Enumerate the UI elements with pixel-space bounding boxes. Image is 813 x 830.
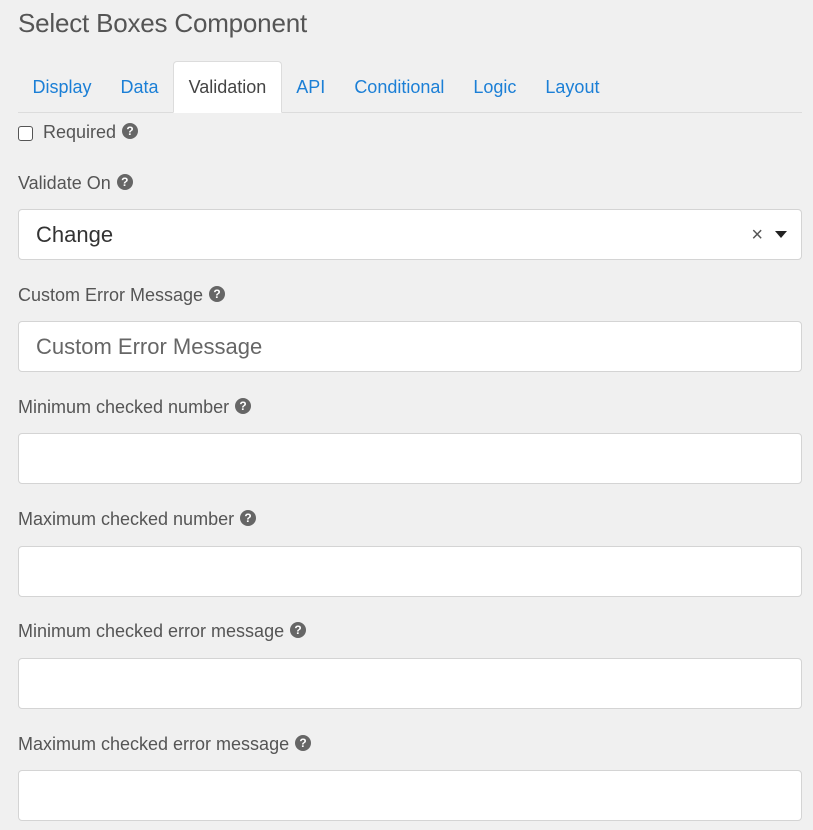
- required-label[interactable]: Required: [43, 122, 116, 143]
- tab-data[interactable]: Data: [106, 61, 173, 112]
- select-controls: ×: [751, 210, 787, 259]
- question-circle-icon[interactable]: ?: [240, 510, 257, 527]
- min-checked-error-label: Minimum checked error message?: [18, 621, 307, 642]
- tab-logic[interactable]: Logic: [459, 61, 531, 112]
- validate-on-select[interactable]: Change ×: [18, 209, 802, 260]
- max-checked-error-input[interactable]: [18, 770, 802, 821]
- tab-validation[interactable]: Validation: [173, 61, 282, 113]
- question-circle-icon[interactable]: ?: [209, 286, 226, 303]
- custom-error-placeholder: Custom Error Message: [36, 333, 263, 359]
- required-checkbox[interactable]: [18, 126, 33, 141]
- question-circle-icon[interactable]: ?: [235, 398, 252, 415]
- custom-error-label-text: Custom Error Message: [18, 285, 204, 305]
- required-row: Required ?: [18, 122, 139, 143]
- tab-bar: Display Data Validation API Conditional …: [18, 61, 802, 113]
- min-checked-error-label-text: Minimum checked error message: [18, 621, 285, 641]
- question-circle-icon[interactable]: ?: [295, 735, 312, 752]
- max-checked-error-label-text: Maximum checked error message: [18, 734, 290, 754]
- tab-api[interactable]: API: [282, 61, 340, 112]
- max-checked-error-label: Maximum checked error message?: [18, 734, 312, 755]
- page-title: Select Boxes Component: [18, 8, 307, 38]
- tab-display[interactable]: Display: [18, 61, 106, 112]
- tab-conditional[interactable]: Conditional: [340, 61, 459, 112]
- validate-on-label: Validate On?: [18, 173, 133, 194]
- tab-layout[interactable]: Layout: [531, 61, 614, 112]
- min-checked-label: Minimum checked number?: [18, 397, 252, 418]
- min-checked-input[interactable]: [18, 433, 802, 484]
- validate-on-value: Change: [36, 221, 114, 247]
- question-circle-icon[interactable]: ?: [290, 622, 307, 639]
- max-checked-label: Maximum checked number?: [18, 509, 257, 530]
- caret-down-icon[interactable]: [775, 231, 787, 238]
- custom-error-label: Custom Error Message?: [18, 285, 226, 306]
- min-checked-error-input[interactable]: [18, 658, 802, 709]
- close-icon[interactable]: ×: [751, 225, 763, 245]
- min-checked-label-text: Minimum checked number: [18, 397, 230, 417]
- validate-on-label-text: Validate On: [18, 173, 111, 193]
- question-circle-icon[interactable]: ?: [116, 174, 133, 191]
- question-circle-icon[interactable]: ?: [122, 122, 139, 139]
- custom-error-input[interactable]: Custom Error Message: [18, 321, 802, 372]
- max-checked-label-text: Maximum checked number: [18, 509, 235, 529]
- max-checked-input[interactable]: [18, 546, 802, 597]
